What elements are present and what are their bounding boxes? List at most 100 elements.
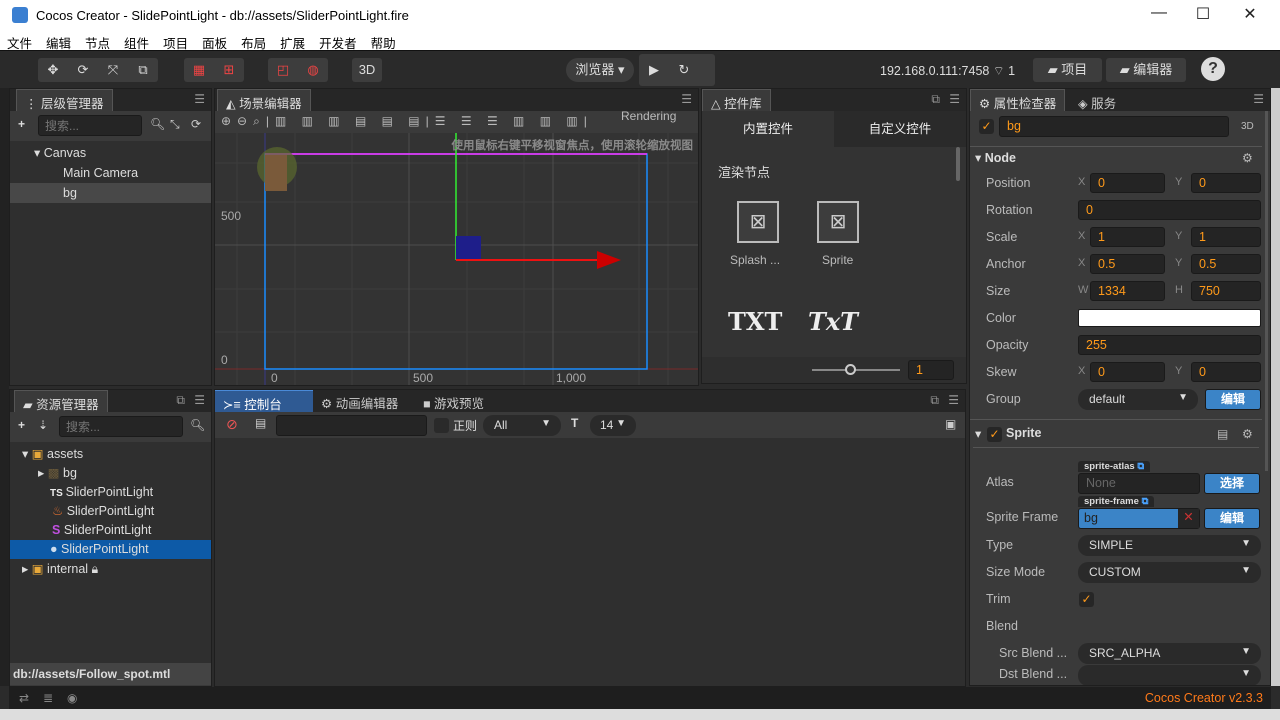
minimize-button[interactable]: — [1144, 4, 1174, 22]
3d-toggle[interactable]: 3D [1241, 121, 1254, 132]
asset-item[interactable]: ▾ ▣ assets [10, 444, 211, 464]
search-icon[interactable]: 🔍︎ [150, 117, 165, 131]
width-input[interactable]: 1334 [1090, 281, 1165, 301]
maximize-button[interactable]: ☐ [1188, 4, 1218, 24]
sprite-enabled-checkbox[interactable]: ✓ [987, 427, 1002, 442]
rotation-input[interactable]: 0 [1078, 200, 1261, 220]
add-asset-button[interactable]: + [18, 418, 25, 432]
sprite-section-header[interactable]: ▾ [975, 426, 981, 441]
tree-node-canvas[interactable]: ▾ Canvas [10, 143, 211, 163]
component-settings-icon[interactable]: ⚙ [1242, 427, 1253, 441]
docs-icon[interactable]: ▤ [1217, 427, 1228, 441]
tab-animation[interactable]: ⚙ 动画编辑器 [321, 393, 398, 412]
skew-x-input[interactable]: 0 [1090, 362, 1165, 382]
scale-tool-icon[interactable]: ⤧ [98, 58, 128, 82]
group-select[interactable]: default [1078, 389, 1198, 410]
scale-y-input[interactable]: 1 [1191, 227, 1261, 247]
panel-menu-icon[interactable]: ☰ [194, 393, 205, 407]
search-icon[interactable]: 🔍︎ [190, 418, 205, 432]
height-input[interactable]: 750 [1191, 281, 1261, 301]
zoom-slider[interactable] [812, 369, 900, 371]
panel-menu-icon[interactable]: ☰ [948, 393, 959, 407]
log-level-select[interactable]: All [483, 415, 561, 436]
asset-item[interactable]: ♨ SliderPointLight [10, 502, 211, 521]
tab-services[interactable]: ◈ 服务 [1078, 93, 1116, 112]
external-link-icon[interactable]: ⧉ [1137, 461, 1144, 472]
menu-developer[interactable]: 开发者 [312, 31, 364, 51]
asset-item[interactable]: ● SliderPointLight [10, 540, 211, 559]
skew-y-input[interactable]: 0 [1191, 362, 1261, 382]
zoom-slider-handle[interactable] [845, 364, 856, 375]
global-icon[interactable]: ◍ [298, 58, 328, 82]
help-button[interactable]: ? [1201, 57, 1225, 81]
menu-file[interactable]: 文件 [0, 31, 39, 51]
tree-node-bg[interactable]: bg [10, 183, 211, 203]
node-settings-icon[interactable]: ⚙ [1242, 151, 1253, 165]
3d-toggle[interactable]: 3D [352, 58, 382, 82]
tab-scene[interactable]: ◭ 场景编辑器 [217, 89, 311, 111]
eye-icon[interactable]: ◉ [67, 691, 77, 705]
node-section-header[interactable]: ▾ Node [975, 150, 1016, 165]
menu-extension[interactable]: 扩展 [273, 31, 312, 51]
asset-item[interactable]: ▸ ▣ internal 🔒︎ [10, 559, 211, 579]
tab-game-preview[interactable]: ■ 游戏预览 [423, 393, 484, 412]
scene-viewport[interactable]: 使用鼠标右键平移视窗焦点，使用滚轮缩放视图 500 0 0 500 1,000 [215, 133, 698, 385]
external-link-icon[interactable]: ⧉ [1142, 496, 1149, 507]
tab-inspector[interactable]: ⚙ 属性检查器 [970, 89, 1066, 111]
tab-assets[interactable]: ▰ 资源管理器 [14, 390, 108, 412]
sync-icon[interactable]: ⇄ [19, 691, 29, 705]
expand-arrow-icon[interactable]: ▾ [22, 447, 32, 461]
add-node-button[interactable]: + [18, 117, 25, 131]
popout-icon[interactable]: ⧉ [176, 393, 185, 408]
open-editor-button[interactable]: ▰ 编辑器 [1106, 58, 1186, 82]
atlas-input[interactable]: None [1078, 473, 1200, 494]
trim-checkbox[interactable]: ✓ [1079, 592, 1094, 607]
tab-console[interactable]: ≻≡ 控制台 [215, 390, 313, 412]
dst-blend-select[interactable] [1078, 665, 1261, 685]
assets-search-input[interactable] [59, 416, 183, 437]
close-button[interactable]: ✕ [1235, 4, 1265, 24]
tab-widgets[interactable]: △ 控件库 [702, 89, 771, 111]
asset-item[interactable]: ▸ ▩ bg [10, 464, 211, 483]
local-icon[interactable]: ◰ [268, 58, 298, 82]
size-mode-select[interactable]: CUSTOM [1078, 562, 1261, 583]
tab-builtin-widgets[interactable]: 内置控件 [702, 111, 834, 147]
sprite-frame-input[interactable]: bg ✕ [1078, 508, 1200, 529]
tab-custom-widgets[interactable]: 自定义控件 [834, 111, 966, 147]
rect-tool-icon[interactable]: ⧉ [128, 58, 158, 82]
inspector-scrollbar[interactable] [1265, 111, 1268, 471]
color-swatch[interactable] [1078, 309, 1261, 327]
menu-component[interactable]: 组件 [117, 31, 156, 51]
node-name-input[interactable]: bg [999, 116, 1229, 137]
console-filter-input[interactable] [276, 415, 427, 436]
pivot-icon[interactable]: ▦ [184, 58, 214, 82]
menu-project[interactable]: 项目 [156, 31, 195, 51]
src-blend-select[interactable]: SRC_ALPHA [1078, 643, 1261, 664]
expand-arrow-icon[interactable]: ▸ [22, 562, 32, 576]
richtext-widget[interactable]: TxT [808, 307, 858, 336]
expand-arrow-icon[interactable]: ▾ [34, 146, 44, 160]
menu-edit[interactable]: 编辑 [39, 31, 78, 51]
menu-layout[interactable]: 布局 [234, 31, 273, 51]
anchor-y-input[interactable]: 0.5 [1191, 254, 1261, 274]
regex-checkbox[interactable] [434, 418, 449, 433]
sort-icon[interactable]: ⇣ [38, 418, 48, 432]
clear-console-icon[interactable]: ⊘ [226, 416, 238, 433]
collapse-icon[interactable]: ▣ [945, 417, 956, 431]
opacity-input[interactable]: 255 [1078, 335, 1261, 355]
zoom-value-input[interactable]: 1 [908, 360, 954, 380]
sprite-frame-edit-button[interactable]: 编辑 [1204, 508, 1260, 529]
asset-item[interactable]: S SliderPointLight [10, 521, 211, 540]
widget-scrollbar[interactable] [956, 147, 960, 181]
database-icon[interactable]: ≣ [43, 691, 53, 705]
menu-panel[interactable]: 面板 [195, 31, 234, 51]
panel-menu-icon[interactable]: ☰ [194, 92, 205, 106]
rotate-tool-icon[interactable]: ⟳ [68, 58, 98, 82]
refresh-button[interactable]: ↻ [669, 58, 699, 82]
label-widget[interactable]: TXT [728, 307, 782, 336]
splash-widget-icon[interactable]: ⊠ [737, 201, 779, 243]
rendering-select[interactable]: Rendering [621, 109, 676, 123]
scale-x-input[interactable]: 1 [1090, 227, 1165, 247]
panel-menu-icon[interactable]: ☰ [949, 92, 960, 106]
menu-help[interactable]: 帮助 [364, 31, 403, 51]
